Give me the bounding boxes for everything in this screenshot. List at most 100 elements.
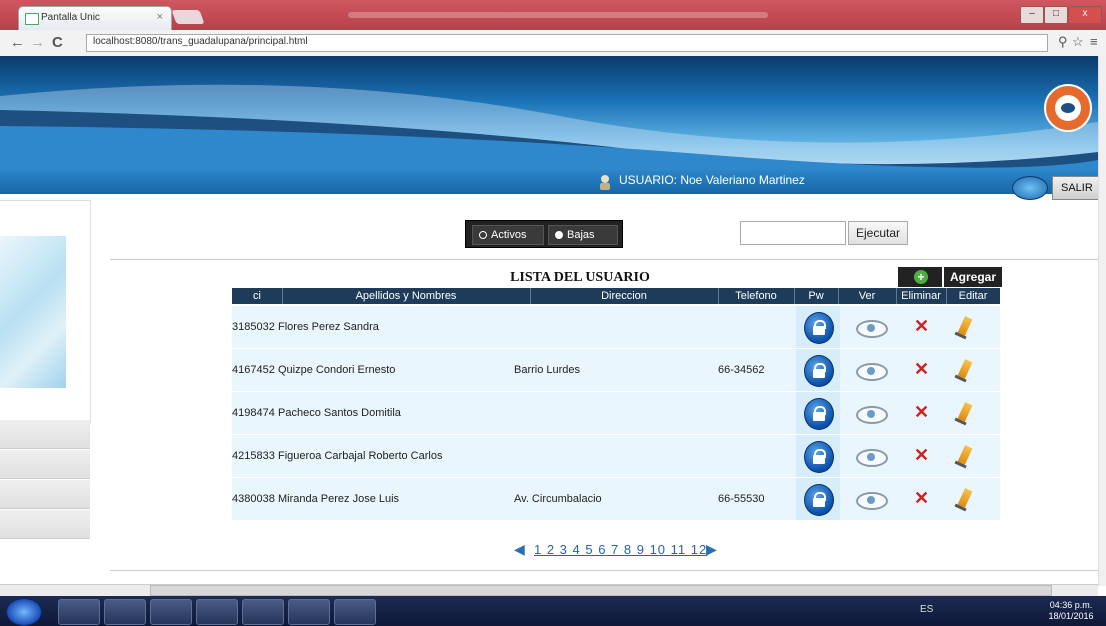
agregar-button[interactable]: Agregar <box>944 267 1002 287</box>
delete-x-icon[interactable]: ✕ <box>914 488 929 509</box>
view-eye-icon[interactable] <box>856 363 888 381</box>
cell-ci: 4380038 <box>232 493 275 505</box>
tab-title: Pantalla Unic <box>41 12 100 23</box>
table-header: ci Apellidos y Nombres Direccion Telefon… <box>232 288 1000 304</box>
filter-toggle-group: Activos Bajas <box>465 220 623 248</box>
left-nav-item[interactable] <box>0 420 90 449</box>
url-text: localhost:8080/trans_guadalupana/princip… <box>93 36 308 47</box>
column-header: Pw <box>794 288 839 304</box>
minimize-button[interactable]: – <box>1020 6 1044 24</box>
eclipse-taskbar-icon[interactable] <box>242 599 284 625</box>
tray-language[interactable]: ES <box>920 604 933 615</box>
cell-ci: 3185032 <box>232 321 275 333</box>
cell-nombre: Miranda Perez Jose Luis <box>278 493 400 505</box>
header-banner <box>0 56 1098 170</box>
add-user-button[interactable]: + <box>898 267 942 287</box>
view-eye-icon[interactable] <box>856 449 888 467</box>
user-bar <box>0 170 1098 194</box>
edit-pencil-icon[interactable] <box>957 402 973 422</box>
prev-page-arrow-icon[interactable]: ◀ <box>514 542 530 556</box>
cell-direccion: Barrio Lurdes <box>514 364 581 376</box>
explorer-taskbar-icon[interactable] <box>58 599 100 625</box>
media-player-taskbar-icon[interactable] <box>104 599 146 625</box>
left-nav-item[interactable] <box>0 450 90 479</box>
delete-x-icon[interactable]: ✕ <box>914 359 929 380</box>
next-page-arrow-icon[interactable]: ▶ <box>706 542 722 556</box>
left-nav-item[interactable] <box>0 480 90 509</box>
bookmark-star-icon[interactable]: ☆ <box>1072 34 1084 50</box>
address-bar: ← → C localhost:8080/trans_guadalupana/p… <box>0 30 1106 57</box>
app-taskbar-icon[interactable] <box>196 599 238 625</box>
table-row: 4167452 Quizpe Condori Ernesto Barrio Lu… <box>232 349 1000 392</box>
window-controls: – □ x <box>1020 6 1102 24</box>
maximize-button[interactable]: □ <box>1044 6 1068 24</box>
column-header: Direccion <box>530 288 719 304</box>
cell-ci: 4215833 <box>232 450 275 462</box>
cell-ci: 4198474 <box>232 407 275 419</box>
password-lock-icon[interactable] <box>804 484 834 516</box>
edit-pencil-icon[interactable] <box>957 316 973 336</box>
vertical-scrollbar[interactable] <box>1098 56 1106 586</box>
clock-date: 18/01/2016 <box>1048 611 1094 621</box>
page-links[interactable]: 1 2 3 4 5 6 7 8 9 10 11 12 <box>534 542 707 557</box>
page-favicon-icon <box>25 13 39 25</box>
menu-icon[interactable]: ≡ <box>1090 34 1098 49</box>
divider <box>110 259 1098 260</box>
column-header: Telefono <box>718 288 795 304</box>
start-button[interactable] <box>6 598 42 626</box>
edit-pencil-icon[interactable] <box>957 359 973 379</box>
view-eye-icon[interactable] <box>856 492 888 510</box>
back-arrow-icon[interactable]: ← <box>10 34 25 51</box>
user-icon <box>600 175 610 190</box>
activos-button[interactable]: Activos <box>472 225 544 245</box>
forward-arrow-icon[interactable]: → <box>30 34 45 51</box>
password-lock-icon[interactable] <box>804 398 834 430</box>
word-taskbar-icon[interactable] <box>334 599 376 625</box>
zoom-icon[interactable]: ⚲ <box>1058 34 1068 50</box>
view-eye-icon[interactable] <box>856 406 888 424</box>
divider <box>110 570 1098 571</box>
edit-pencil-icon[interactable] <box>957 445 973 465</box>
close-window-button[interactable]: x <box>1068 6 1102 24</box>
column-header: ci <box>232 288 283 304</box>
user-label: USUARIO: Noe Valeriano Martinez <box>619 173 805 187</box>
clock-time: 04:36 p.m. <box>1049 600 1093 610</box>
password-lock-icon[interactable] <box>804 441 834 473</box>
left-nav-item[interactable] <box>0 510 90 539</box>
ejecutar-button[interactable]: Ejecutar <box>848 221 908 245</box>
tab-close-button[interactable]: × <box>157 11 163 23</box>
view-eye-icon[interactable] <box>856 320 888 338</box>
reload-icon[interactable]: C <box>52 34 63 51</box>
pagination: ◀ 1 2 3 4 5 6 7 8 9 10 11 12 ▶ <box>514 542 724 560</box>
window-title-text <box>348 12 768 18</box>
cell-telefono: 66-34562 <box>718 364 765 376</box>
column-header: Eliminar <box>896 288 947 304</box>
cell-direccion: Av. Circumbalacio <box>514 493 602 505</box>
horizontal-scroll-thumb[interactable] <box>150 585 1052 596</box>
taskbar <box>0 596 1106 626</box>
cell-telefono: 66-55530 <box>718 493 765 505</box>
delete-x-icon[interactable]: ✕ <box>914 316 929 337</box>
column-header: Apellidos y Nombres <box>282 288 531 304</box>
cell-nombre: Quizpe Condori Ernesto <box>278 364 396 376</box>
delete-x-icon[interactable]: ✕ <box>914 445 929 466</box>
database-taskbar-icon[interactable] <box>288 599 330 625</box>
company-logo <box>1044 84 1092 132</box>
chrome-taskbar-icon[interactable] <box>150 599 192 625</box>
taskbar-clock[interactable]: 04:36 p.m. 18/01/2016 <box>1040 600 1102 622</box>
password-lock-icon[interactable] <box>804 312 834 344</box>
table-row: 3185032 Flores Perez Sandra ✕ <box>232 306 1000 349</box>
edit-pencil-icon[interactable] <box>957 488 973 508</box>
column-header: Editar <box>958 290 988 302</box>
logout-icon[interactable] <box>1012 176 1048 200</box>
browser-tab[interactable]: Pantalla Unic × <box>18 6 172 31</box>
bajas-button[interactable]: Bajas <box>548 225 618 245</box>
cell-ci: 4167452 <box>232 364 275 376</box>
new-tab-button[interactable] <box>171 10 205 24</box>
url-input[interactable]: localhost:8080/trans_guadalupana/princip… <box>86 34 1048 52</box>
search-input[interactable] <box>740 221 846 245</box>
delete-x-icon[interactable]: ✕ <box>914 402 929 423</box>
table-row: 4198474 Pacheco Santos Domitila ✕ <box>232 392 1000 435</box>
cell-nombre: Figueroa Carbajal Roberto Carlos <box>278 450 443 462</box>
password-lock-icon[interactable] <box>804 355 834 387</box>
